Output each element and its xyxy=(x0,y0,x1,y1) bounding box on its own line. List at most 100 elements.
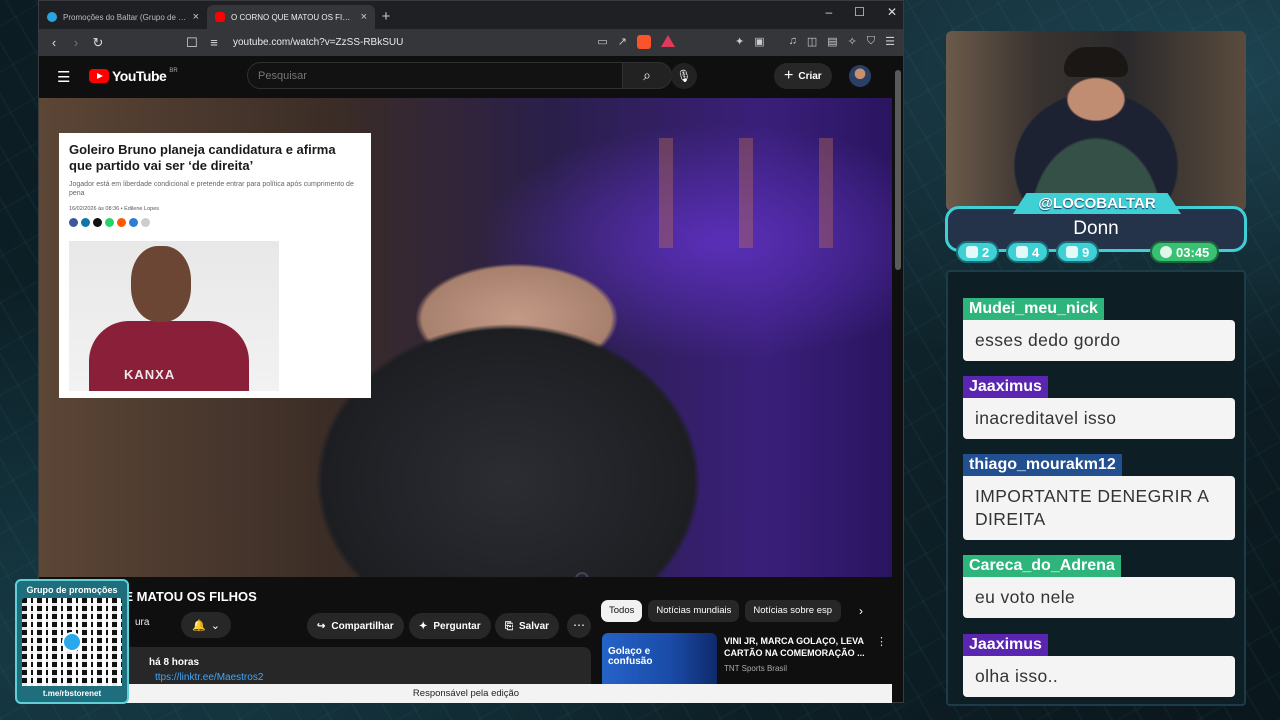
search-input[interactable] xyxy=(258,63,558,88)
save-button[interactable]: ⎘ Salvar xyxy=(495,613,560,639)
upload-age: há 8 horas xyxy=(149,657,200,668)
window-controls: – ☐ ✕ xyxy=(825,5,897,19)
wallet-icon[interactable]: ▤ xyxy=(827,35,837,49)
youtube-count: 4 xyxy=(1032,244,1040,260)
close-tab-icon[interactable]: × xyxy=(193,11,199,23)
vpn-icon[interactable]: ⛉ xyxy=(867,35,875,49)
screenshot-icon[interactable]: ▣ xyxy=(754,35,764,49)
logo-wordmark: YouTube xyxy=(112,68,167,84)
chat-text: eu voto nele xyxy=(963,577,1235,618)
channel-name[interactable]: ura xyxy=(135,617,149,628)
minimize-button[interactable]: – xyxy=(825,5,832,19)
forward-icon[interactable]: › xyxy=(69,35,83,50)
voice-search-button[interactable]: 🎙 xyxy=(671,63,697,89)
cast-icon[interactable]: ▭ xyxy=(597,35,607,49)
recommended-thumbnail[interactable]: Golaço e confusão xyxy=(602,633,717,688)
chat-message: Jaaximus inacreditavel isso xyxy=(963,376,1235,439)
chat-text: olha isso.. xyxy=(963,656,1235,697)
notification-button[interactable]: 🔔 ⌄ xyxy=(181,612,231,638)
music-icon[interactable]: ♫ xyxy=(789,35,797,49)
url-field[interactable]: youtube.com/watch?v=ZzSS-RBkSUU xyxy=(233,37,403,48)
tab-title: O CORNO QUE MATOU OS FILHOS - YouTube xyxy=(231,12,355,22)
sidebar-icon[interactable]: ◫ xyxy=(807,35,817,49)
share-button[interactable]: ↪ Compartilhar xyxy=(307,613,404,639)
twitch-viewers: 2 xyxy=(956,241,1000,263)
close-tab-icon[interactable]: × xyxy=(361,11,367,23)
chat-message: Mudei_meu_nick esses dedo gordo xyxy=(963,298,1235,361)
reload-icon[interactable]: ↻ xyxy=(91,35,105,51)
shirt-text: KANXA xyxy=(124,367,176,382)
streamer-name: Donn xyxy=(1073,218,1119,239)
account-avatar[interactable] xyxy=(849,65,871,87)
recommended-title[interactable]: VINI JR, MARCA GOLAÇO, LEVA CARTÃO NA CO… xyxy=(724,635,874,659)
ask-button[interactable]: ✦ Perguntar xyxy=(409,613,491,639)
close-window-button[interactable]: ✕ xyxy=(887,5,897,19)
chat-text: esses dedo gordo xyxy=(963,320,1235,361)
chat-message: thiago_mourakm12 IMPORTANTE DENEGRIR A D… xyxy=(963,454,1235,540)
chevron-down-icon: ⌄ xyxy=(210,619,220,632)
hamburger-menu-icon[interactable]: ☰ xyxy=(57,68,70,86)
reddit-icon xyxy=(117,218,126,227)
kick-icon xyxy=(1066,246,1078,258)
chip-all[interactable]: Todos xyxy=(601,600,643,622)
clock-icon xyxy=(1160,246,1172,258)
recommended-more-icon[interactable]: ⋮ xyxy=(876,635,887,648)
recommended-channel[interactable]: TNT Sports Brasil xyxy=(724,664,787,673)
description-link[interactable]: ttps://linktr.ee/Maestros2 xyxy=(155,672,581,683)
page-scrollbar[interactable] xyxy=(895,60,901,700)
tab-promocoes[interactable]: Promoções do Baltar (Grupo de comentário… xyxy=(39,5,207,29)
x-icon xyxy=(93,218,102,227)
whatsapp-icon xyxy=(105,218,114,227)
tab-youtube-video[interactable]: O CORNO QUE MATOU OS FILHOS - YouTube × xyxy=(207,5,375,29)
video-player[interactable]: Goleiro Bruno planeja candidatura e afir… xyxy=(39,98,892,577)
promo-qr-overlay: Grupo de promoções t.me/rbstorenet xyxy=(15,579,129,704)
rewards-icon[interactable] xyxy=(660,35,675,47)
scrollbar-thumb[interactable] xyxy=(895,70,901,270)
chat-username: thiago_mourakm12 xyxy=(963,454,1122,476)
viewer-stats: 2 4 9 03:45 xyxy=(952,241,1242,263)
facebook-icon xyxy=(69,218,78,227)
back-icon[interactable]: ‹ xyxy=(47,35,61,50)
search-box xyxy=(247,62,657,89)
youtube-icon xyxy=(215,12,225,22)
chat-message: Careca_do_Adrena eu voto nele xyxy=(963,555,1235,618)
brave-shields-icon[interactable] xyxy=(636,35,651,49)
stream-timer: 03:45 xyxy=(1150,241,1220,263)
maximize-button[interactable]: ☐ xyxy=(854,5,865,19)
linkedin-icon xyxy=(81,218,90,227)
tab-bar: Promoções do Baltar (Grupo de comentário… xyxy=(39,1,903,29)
site-info-icon[interactable]: ≡ xyxy=(207,35,221,50)
tab-title: Promoções do Baltar (Grupo de comentário… xyxy=(63,12,187,22)
telegram-icon xyxy=(47,12,57,22)
email-icon xyxy=(129,218,138,227)
youtube-icon xyxy=(1016,246,1028,258)
streamer-hair xyxy=(1064,47,1128,77)
article-headline: Goleiro Bruno planeja candidatura e afir… xyxy=(69,142,336,173)
leo-icon[interactable]: ✧ xyxy=(848,35,857,49)
link-icon xyxy=(141,218,150,227)
chat-username: Careca_do_Adrena xyxy=(963,555,1121,577)
region-code: BR xyxy=(169,68,178,74)
menu-icon[interactable]: ☰ xyxy=(885,35,895,49)
share-label: Compartilhar xyxy=(331,620,394,632)
bookmark-save-icon: ⎘ xyxy=(505,620,513,632)
chip-sports-news[interactable]: Notícias sobre esp xyxy=(745,600,842,622)
kick-viewers: 9 xyxy=(1056,241,1100,263)
create-button[interactable]: + Criar xyxy=(774,63,832,89)
more-actions-button[interactable]: ⋯ xyxy=(567,614,591,638)
chevron-right-icon[interactable]: › xyxy=(859,604,863,618)
share-icon[interactable]: ↗ xyxy=(618,35,627,49)
kick-count: 9 xyxy=(1082,244,1090,260)
thumbnail-text: Golaço e confusão xyxy=(608,646,653,667)
chip-world-news[interactable]: Notícias mundiais xyxy=(648,600,740,622)
youtube-logo[interactable]: YouTube BR xyxy=(89,68,178,84)
article-meta: 16/02/2026 às 08:36 • Edilene Lopes xyxy=(69,206,159,212)
tooltip: Responsável pela edição xyxy=(40,684,892,703)
chat-username: Jaaximus xyxy=(963,376,1048,398)
extensions-icon[interactable]: ✦ xyxy=(735,35,744,49)
bookmark-icon[interactable]: ☐ xyxy=(185,35,199,51)
address-bar-actions: ▭ ↗ ✦ ▣ ♫ ◫ ▤ ✧ ⛉ ☰ xyxy=(597,35,895,49)
news-article-overlay: Goleiro Bruno planeja candidatura e afir… xyxy=(59,133,371,398)
new-tab-button[interactable]: + xyxy=(375,5,397,29)
search-button[interactable]: ⌕ xyxy=(622,62,672,89)
